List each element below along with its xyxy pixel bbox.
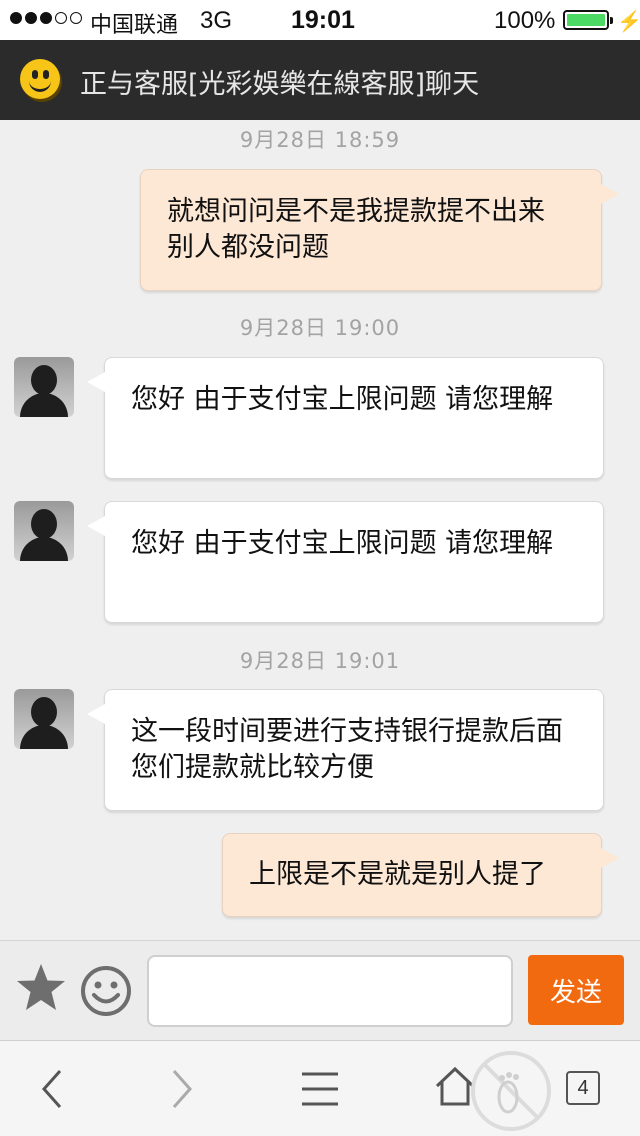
- message-timestamp: 9月28日 18:59: [239, 128, 401, 152]
- smile-icon[interactable]: [80, 965, 132, 1017]
- forward-icon[interactable]: [164, 1067, 198, 1111]
- incoming-message[interactable]: 您好 由于支付宝上限问题 请您理解: [87, 357, 604, 479]
- message-timestamp: 9月28日 19:01: [239, 649, 401, 673]
- chat-header: 正与客服[光彩娛樂在線客服]聊天: [0, 40, 640, 120]
- message-text: 就想问问是不是我提款提不出来 别人都没问题: [167, 196, 545, 263]
- carrier-name: 中国联通: [90, 13, 179, 38]
- message-text: 您好 由于支付宝上限问题 请您理解: [131, 384, 554, 415]
- battery-percentage: 100%: [494, 7, 556, 34]
- battery-icon: [563, 10, 613, 30]
- charging-icon: ⚡: [617, 11, 640, 33]
- outgoing-message[interactable]: 就想问问是不是我提款提不出来 别人都没问题: [140, 169, 619, 291]
- footprint-icon[interactable]: [466, 1047, 556, 1135]
- outgoing-message[interactable]: 上限是不是就是别人提了: [222, 833, 619, 917]
- browser-toolbar: 4: [0, 1040, 640, 1136]
- tab-count-button[interactable]: 4: [566, 1071, 600, 1105]
- smiley-icon: [20, 59, 60, 99]
- message-timestamp: 9月28日 19:00: [239, 316, 401, 340]
- message-input[interactable]: [147, 955, 513, 1027]
- signal-strength-icon: [10, 12, 82, 24]
- back-icon[interactable]: [36, 1067, 70, 1111]
- menu-icon[interactable]: [300, 1071, 340, 1107]
- agent-avatar[interactable]: [14, 357, 74, 417]
- incoming-message[interactable]: 您好 由于支付宝上限问题 请您理解: [87, 501, 604, 623]
- agent-avatar[interactable]: [14, 501, 74, 561]
- incoming-message[interactable]: 这一段时间要进行支持银行提款后面您们提款就比较方便: [87, 689, 604, 811]
- message-text: 这一段时间要进行支持银行提款后面您们提款就比较方便: [131, 716, 563, 783]
- status-bar: 中国联通 3G 19:01 100% ⚡: [0, 0, 640, 40]
- message-text: 您好 由于支付宝上限问题 请您理解: [131, 528, 554, 559]
- agent-avatar[interactable]: [14, 689, 74, 749]
- status-time: 19:01: [291, 6, 355, 34]
- message-input-bar: 发送: [0, 940, 640, 1040]
- network-type: 3G: [200, 7, 233, 34]
- chat-message-list[interactable]: 9月28日 18:59 就想问问是不是我提款提不出来 别人都没问题 9月28日 …: [0, 120, 640, 940]
- star-icon[interactable]: [14, 961, 68, 1015]
- message-text: 上限是不是就是别人提了: [249, 859, 546, 890]
- send-button[interactable]: 发送: [528, 955, 624, 1025]
- chat-title: 正与客服[光彩娛樂在線客服]聊天: [80, 69, 480, 100]
